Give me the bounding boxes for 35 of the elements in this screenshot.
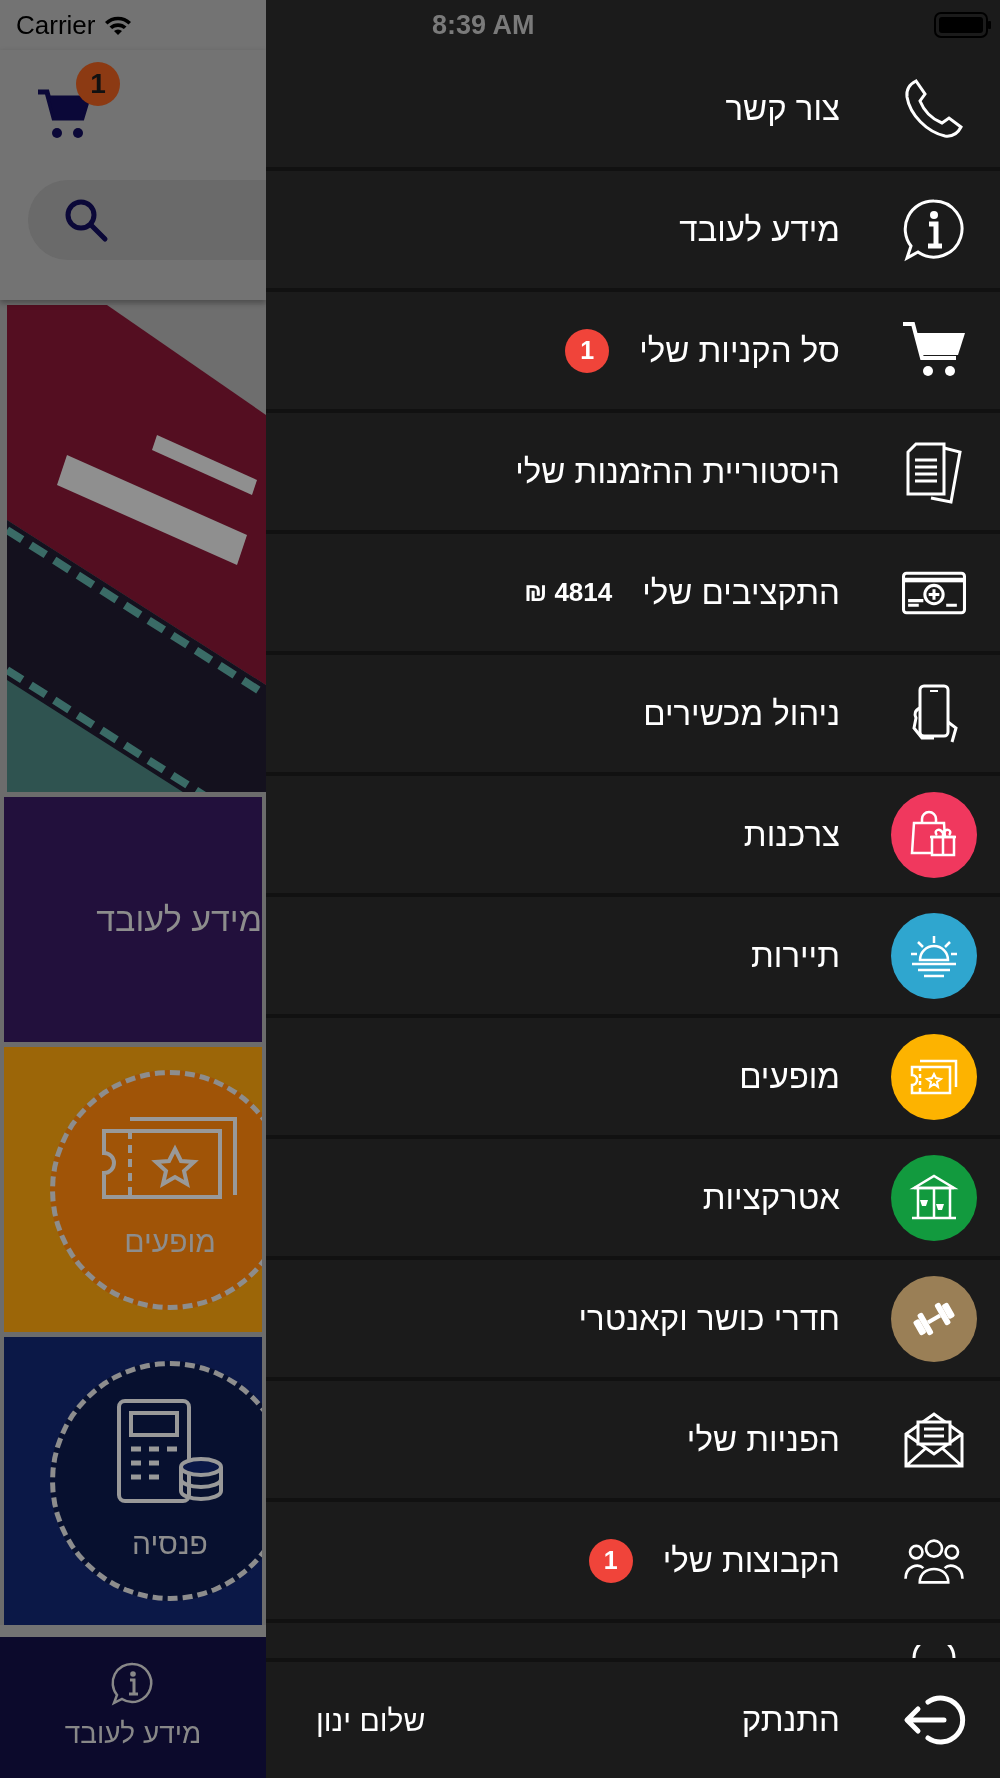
wifi-icon: [103, 14, 134, 36]
greeting-text: שלום ינון: [316, 1702, 426, 1739]
phone-icon: [902, 76, 966, 141]
menu-item-label: התקציבים שלי: [642, 572, 840, 613]
category-tile[interactable]: פנסיה: [4, 1337, 262, 1625]
menu-item-label: צרכנות: [743, 814, 840, 855]
menu-item-label: היסטוריית ההזמנות שלי: [515, 451, 840, 492]
info-icon: [902, 197, 966, 262]
cart-icon[interactable]: [36, 88, 92, 140]
menu-item-label: ניהול מכשירים: [643, 693, 840, 734]
menu-item-label: מידע לעובד: [679, 209, 840, 250]
cart-badge: 1: [76, 62, 120, 106]
tile-label: מידע לעובד: [96, 899, 262, 940]
menu-item-label: אטרקציות: [702, 1177, 840, 1218]
menu-item-label: מופעים: [739, 1056, 840, 1097]
tab-label[interactable]: מידע לעובד: [64, 1712, 202, 1755]
tile-label: מופעים: [124, 1224, 216, 1260]
menu-item-label: תיירות: [751, 935, 840, 976]
count-badge: 1: [565, 328, 610, 373]
search-field[interactable]: [28, 180, 266, 260]
battery-icon: [934, 12, 992, 38]
status-time: 8:39 AM: [432, 8, 535, 42]
logout-icon: [902, 1693, 966, 1747]
logout-label: התנתק: [741, 1700, 840, 1741]
menu-item-label: סל הקניות שלי: [639, 330, 840, 371]
logout-item[interactable]: התנתק: [741, 1693, 966, 1747]
menu-item-label: צור קשר: [725, 88, 840, 129]
category-tile[interactable]: מידע לעובד: [4, 797, 262, 1042]
carrier-label: Carrier: [16, 8, 96, 42]
menu-item-label: הקבוצות שלי: [662, 1540, 840, 1581]
count-badge: 1: [588, 1538, 633, 1583]
tile-label: פנסיה: [132, 1525, 208, 1562]
budget-amount: 4814 ₪: [524, 576, 613, 609]
menu-item-label: חדרי כושר וקאנטרי: [578, 1298, 840, 1339]
menu-item-label: הפניות שלי: [686, 1419, 840, 1460]
